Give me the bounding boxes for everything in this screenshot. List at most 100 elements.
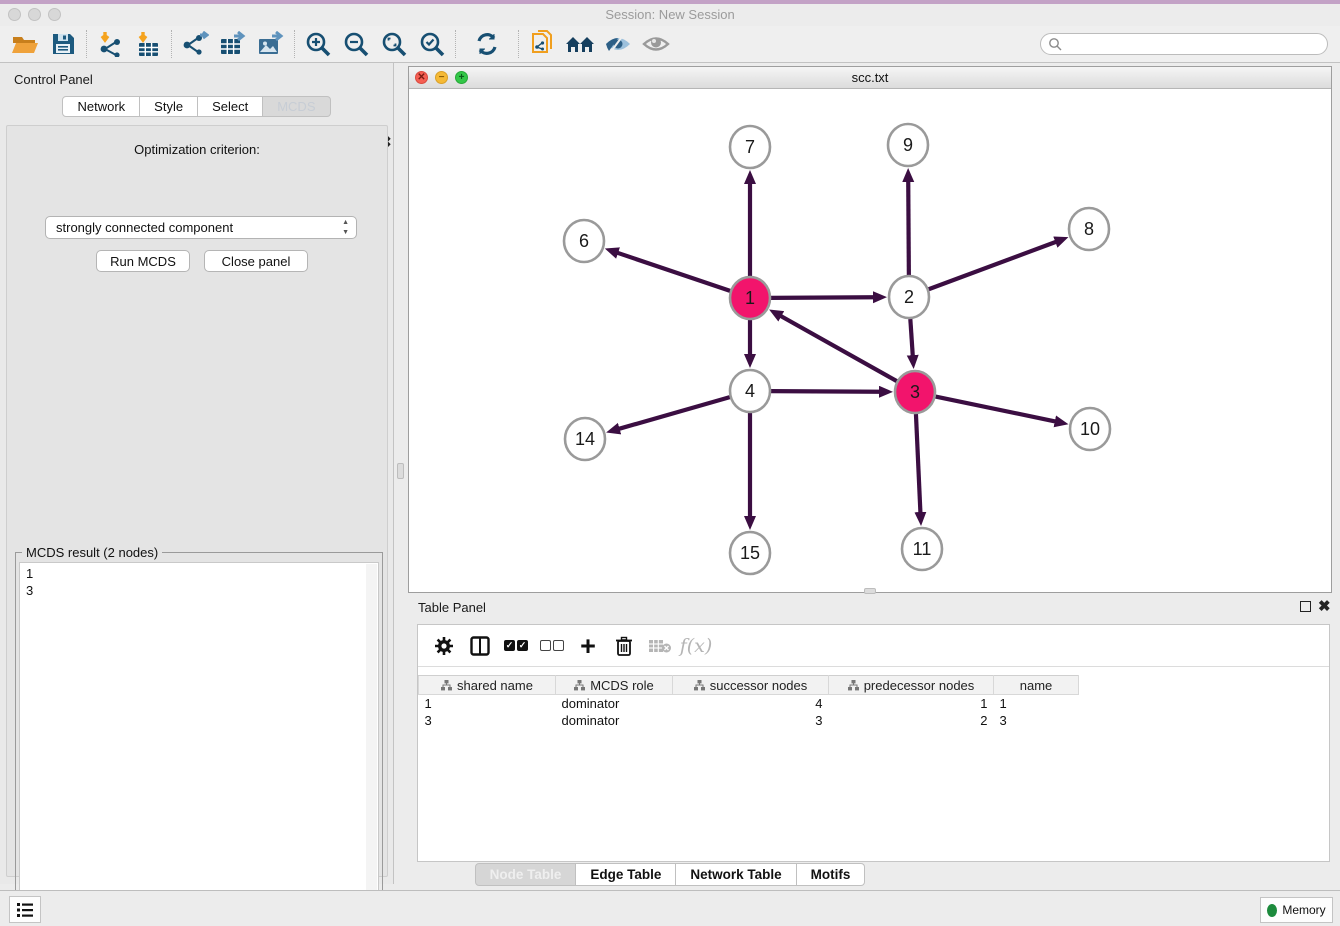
horizontal-splitter-grip[interactable] [864,588,876,594]
node-table: shared name MCDS role successor nodes pr… [418,675,1329,729]
show-columns-button[interactable] [462,629,498,663]
graph-edge-2-3[interactable] [910,319,912,356]
criterion-value: strongly connected component [56,220,233,235]
hierarchy-icon [694,680,705,691]
tab-edge-table[interactable]: Edge Table [576,863,676,886]
application-window: Session: New Session [0,0,1340,926]
search-input[interactable] [1040,33,1328,55]
close-network-button[interactable]: ✕ [415,71,428,84]
open-file-button[interactable] [6,28,44,60]
graph-node-label-1: 1 [745,288,755,308]
close-table-panel-icon[interactable]: ✖ [1318,601,1331,612]
maximize-network-button[interactable]: + [455,71,468,84]
export-network-icon [181,31,209,57]
graph-edge-3-10[interactable] [936,397,1056,422]
column-header-predecessor-nodes[interactable]: predecessor nodes [829,676,994,695]
table-toolbar: ✓ ✓ + [418,625,1329,667]
select-all-checkboxes-button[interactable]: ✓ ✓ [498,629,534,663]
cell-predecessor-nodes[interactable]: 1 [829,695,994,712]
cell-mcds-role[interactable]: dominator [556,695,673,712]
add-column-button[interactable]: + [570,629,606,663]
control-panel-tabs: Network Style Select MCDS [0,96,393,117]
cell-predecessor-nodes[interactable]: 2 [829,712,994,729]
zoom-out-button[interactable] [337,28,375,60]
zoom-window-button[interactable] [48,8,61,21]
column-header-successor-nodes[interactable]: successor nodes [673,676,829,695]
tab-network-table[interactable]: Network Table [676,863,796,886]
hide-details-button[interactable] [599,28,637,60]
zoom-selected-button[interactable] [413,28,451,60]
column-header-name[interactable]: name [994,676,1079,695]
cell-name[interactable]: 3 [994,712,1079,729]
clear-all-checkboxes-button[interactable] [534,629,570,663]
network-canvas[interactable]: 7968124314101511 [409,89,1331,592]
tab-mcds[interactable]: MCDS [263,96,330,117]
vertical-splitter-grip[interactable] [397,463,404,479]
save-session-button[interactable] [44,28,82,60]
criterion-select[interactable]: strongly connected component ▲▼ [45,216,357,239]
float-table-panel-icon[interactable] [1300,601,1311,612]
zoom-fit-icon [381,31,407,57]
cell-shared-name[interactable]: 1 [419,695,556,712]
trash-icon [615,636,633,656]
graph-node-label-14: 14 [575,429,595,449]
graph-node-label-11: 11 [913,539,932,559]
delete-table-button[interactable] [642,629,678,663]
toolbar-separator [171,30,172,58]
show-details-button[interactable] [637,28,675,60]
network-overview-button[interactable] [561,28,599,60]
mcds-result-legend: MCDS result (2 nodes) [22,545,162,560]
list-icon [16,902,34,918]
graph-edge-1-6[interactable] [617,253,730,291]
table-panel-tabs: Node Table Edge Table Network Table Moti… [0,863,1340,886]
minimize-network-button[interactable]: − [435,71,448,84]
graph-edge-2-8[interactable] [929,242,1057,290]
clone-network-button[interactable] [523,28,561,60]
tab-network[interactable]: Network [62,96,140,117]
graph-edge-3-1[interactable] [780,316,896,381]
open-folder-icon [11,32,39,56]
run-mcds-button[interactable]: Run MCDS [96,250,190,272]
table-options-button[interactable] [426,629,462,663]
export-image-button[interactable] [252,28,290,60]
zoom-selected-icon [419,31,445,57]
delete-column-button[interactable] [606,629,642,663]
function-builder-button[interactable]: f(x) [678,629,714,663]
app-titlebar[interactable]: Session: New Session [0,4,1340,26]
graph-node-label-9: 9 [903,135,913,155]
memory-button[interactable]: Memory [1260,897,1333,923]
import-network-button[interactable] [91,28,129,60]
graph-node-label-4: 4 [745,381,755,401]
network-window-titlebar[interactable]: ✕ − + scc.txt [409,67,1331,89]
cell-name[interactable]: 1 [994,695,1079,712]
zoom-fit-button[interactable] [375,28,413,60]
export-network-button[interactable] [176,28,214,60]
table-row[interactable]: 3 dominator 3 2 3 [419,712,1330,729]
close-window-button[interactable] [8,8,21,21]
refresh-button[interactable] [468,28,506,60]
tab-style[interactable]: Style [140,96,198,117]
graph-edge-1-2[interactable] [771,297,874,298]
graph-edge-2-9[interactable] [908,181,909,275]
cell-successor-nodes[interactable]: 3 [673,712,829,729]
tab-motifs[interactable]: Motifs [797,863,866,886]
chevron-up-down-icon: ▲▼ [342,218,349,238]
tab-node-table[interactable]: Node Table [475,863,577,886]
minimize-window-button[interactable] [28,8,41,21]
graph-edge-4-14[interactable] [619,397,730,429]
cell-mcds-role[interactable]: dominator [556,712,673,729]
import-table-button[interactable] [129,28,167,60]
graph-edge-4-3[interactable] [771,391,880,392]
table-row[interactable]: 1 dominator 4 1 1 [419,695,1330,712]
close-panel-button[interactable]: Close panel [204,250,308,272]
tab-select[interactable]: Select [198,96,263,117]
graph-edge-3-11[interactable] [916,414,921,513]
task-history-button[interactable] [9,896,41,923]
zoom-in-button[interactable] [299,28,337,60]
fx-icon: f(x) [680,635,713,657]
column-header-mcds-role[interactable]: MCDS role [556,676,673,695]
cell-shared-name[interactable]: 3 [419,712,556,729]
column-header-shared-name[interactable]: shared name [419,676,556,695]
export-table-button[interactable] [214,28,252,60]
cell-successor-nodes[interactable]: 4 [673,695,829,712]
